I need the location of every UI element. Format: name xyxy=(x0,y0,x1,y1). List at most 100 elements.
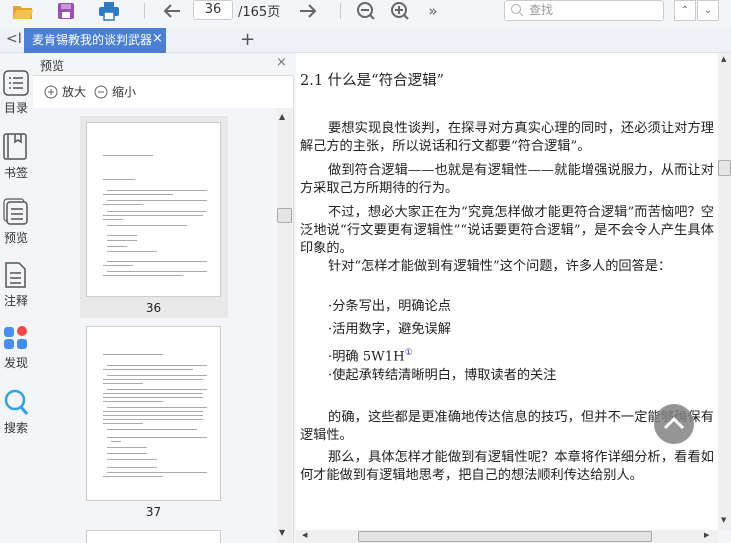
thumbnail-text-line xyxy=(107,459,157,460)
thumbnail-text-line xyxy=(107,190,207,191)
scrollbar-thumb[interactable] xyxy=(277,208,292,223)
thumbnail-text-line xyxy=(107,271,207,272)
paragraph: 针对“怎样才能做到有逻辑性”这个问题，许多人的回答是： xyxy=(328,259,672,274)
thumbnail-text-line xyxy=(103,393,203,394)
thumbnail-text-line xyxy=(103,379,203,380)
rail-item-annotations[interactable]: 注释 xyxy=(0,261,32,309)
zoom-out-label: 缩小 xyxy=(112,85,137,99)
thumbnail-text-line xyxy=(107,246,127,247)
thumbnail-list: 36 37 xyxy=(33,108,277,543)
rail-item-search[interactable]: 搜索 xyxy=(0,388,32,436)
thumbnail-text-line xyxy=(103,423,143,424)
zoom-out-button[interactable]: 缩小 xyxy=(94,83,136,100)
thumbnail-text-line xyxy=(103,219,123,220)
rail-label: 注释 xyxy=(3,294,28,308)
zoom-controls: 放大 缩小 xyxy=(44,83,136,100)
thumbnail-text-line xyxy=(103,204,143,205)
bullet-item: ·明确 5W1H① xyxy=(300,344,714,366)
collapse-sidebar-button[interactable]: <I xyxy=(6,31,22,47)
vertical-scrollbar[interactable]: ▲ ▼ xyxy=(718,53,731,530)
paragraph: 那么，具体怎样才能做到有逻辑性呢？本章将作详细分析，看看如何才能做到有逻辑地思考… xyxy=(300,450,714,483)
page-thumbnail[interactable] xyxy=(86,530,221,543)
bookmark-icon xyxy=(3,133,27,160)
rail-item-discover[interactable]: 发现 xyxy=(0,325,32,371)
section-heading: 2.1 什么是“符合逻辑” xyxy=(300,73,444,89)
rail-label: 书签 xyxy=(3,166,28,180)
thumbnail-text-line xyxy=(103,476,163,477)
zoom-in-icon xyxy=(44,85,58,98)
rail-item-preview[interactable]: 预览 xyxy=(0,198,32,246)
panel-close-button[interactable]: × xyxy=(276,55,287,70)
document-page: 2.1 什么是“符合逻辑” 要想实现良性谈判，在探寻对方真实心理的同时，还必须让… xyxy=(296,53,718,530)
open-folder-icon[interactable] xyxy=(10,0,36,22)
divider xyxy=(144,3,145,19)
thumbnail-text-line xyxy=(103,415,203,416)
thumbnail-text-line xyxy=(103,215,203,216)
list-icon xyxy=(3,70,29,96)
thumbnail-text-line xyxy=(107,375,207,376)
thumbnail-text-line xyxy=(107,407,207,408)
paragraph: 不过，想必大家正在为“究竟怎样做才能更符合逻辑”而苦恼吧？空泛地说“行文要更有逻… xyxy=(300,205,714,256)
chevron-up-icon xyxy=(663,416,685,430)
tab-close-button[interactable]: × xyxy=(152,31,166,51)
rail-item-bookmarks[interactable]: 书签 xyxy=(0,133,32,181)
previous-page-icon[interactable] xyxy=(160,0,184,22)
note-icon xyxy=(5,262,26,288)
paragraph: 做到符合逻辑——也就是有逻辑性——就能增强说服力，从而让对方采取己方所期待的行为… xyxy=(300,163,714,196)
thumbnail-text-line xyxy=(103,155,153,156)
scrollbar-thumb[interactable] xyxy=(358,531,652,542)
print-icon[interactable] xyxy=(96,0,122,22)
pages-icon xyxy=(3,198,28,225)
page-total: /165页 xyxy=(238,5,281,20)
zoom-in-icon[interactable] xyxy=(388,0,412,22)
thumbnail-text-line xyxy=(107,467,157,468)
page-thumbnail[interactable] xyxy=(86,326,221,501)
zoom-in-button[interactable]: 放大 xyxy=(44,83,86,100)
thumbnail-text-line xyxy=(107,211,207,212)
thumbnail-text-line xyxy=(103,265,133,266)
tab-document[interactable]: 麦肯锡教我的谈判武器[www.j9p xyxy=(24,28,166,53)
bullet-item: ·分条写出，明确论点 xyxy=(328,299,451,314)
search-input[interactable]: 查找 xyxy=(504,0,664,21)
thumbnail-text-line xyxy=(103,401,163,402)
page-thumbnail[interactable] xyxy=(86,122,221,297)
scrollbar-thumb[interactable] xyxy=(718,160,731,176)
search-previous-button[interactable]: ⌃ xyxy=(674,0,696,21)
horizontal-scrollbar[interactable]: ◀ ▶ xyxy=(296,530,718,543)
thumbnail-text-line xyxy=(107,251,157,252)
thumbnail-text-line xyxy=(107,472,207,473)
footnote-link[interactable]: ① xyxy=(405,348,413,358)
rail-label: 预览 xyxy=(3,231,28,245)
thumbnail-text-line xyxy=(103,383,143,384)
thumbnail-text-line xyxy=(103,397,203,398)
search-next-button[interactable]: ⌄ xyxy=(697,0,719,21)
thumbnail-text-line xyxy=(107,437,207,438)
rail-label: 发现 xyxy=(3,356,28,370)
apps-icon xyxy=(4,326,27,349)
thumbnail-text-line xyxy=(103,419,203,420)
rail-label: 搜索 xyxy=(3,421,28,435)
next-page-icon[interactable] xyxy=(296,0,320,22)
page-number-input[interactable]: 36 xyxy=(193,0,233,20)
thumbnail-text-line xyxy=(107,389,207,390)
paragraph: 的确，这些都是更准确地传达信息的技巧，但并不一定能够确保有逻辑性。 xyxy=(300,410,714,443)
thumbnail-text-line xyxy=(107,225,187,226)
panel-title: 预览 xyxy=(40,59,65,73)
page-thumbnail-label: 37 xyxy=(145,505,162,519)
panel-header: 预览 × xyxy=(33,53,294,76)
thumbnail-text-line xyxy=(103,179,135,180)
thumbnail-text-line xyxy=(103,411,203,412)
preview-panel: 预览 × 放大 缩小 36 37 ▲ ▼ xyxy=(33,53,294,543)
back-to-top-button[interactable] xyxy=(654,404,694,444)
thumbnail-text-line xyxy=(103,369,193,370)
zoom-out-icon[interactable] xyxy=(354,0,378,22)
rail-item-contents[interactable]: 目录 xyxy=(0,70,32,116)
save-icon[interactable] xyxy=(54,0,78,22)
bullet-text: ·明确 5W1H xyxy=(328,349,405,365)
search-icon xyxy=(510,3,524,20)
thumbnail-scrollbar[interactable]: ▲ ▼ xyxy=(277,108,293,543)
thumbnail-text-line xyxy=(103,354,163,355)
more-tools-button[interactable]: » xyxy=(424,0,442,22)
bullet-item: ·使起承转结清晰明白，博取读者的关注 xyxy=(328,368,557,383)
new-tab-button[interactable]: + xyxy=(240,29,255,50)
